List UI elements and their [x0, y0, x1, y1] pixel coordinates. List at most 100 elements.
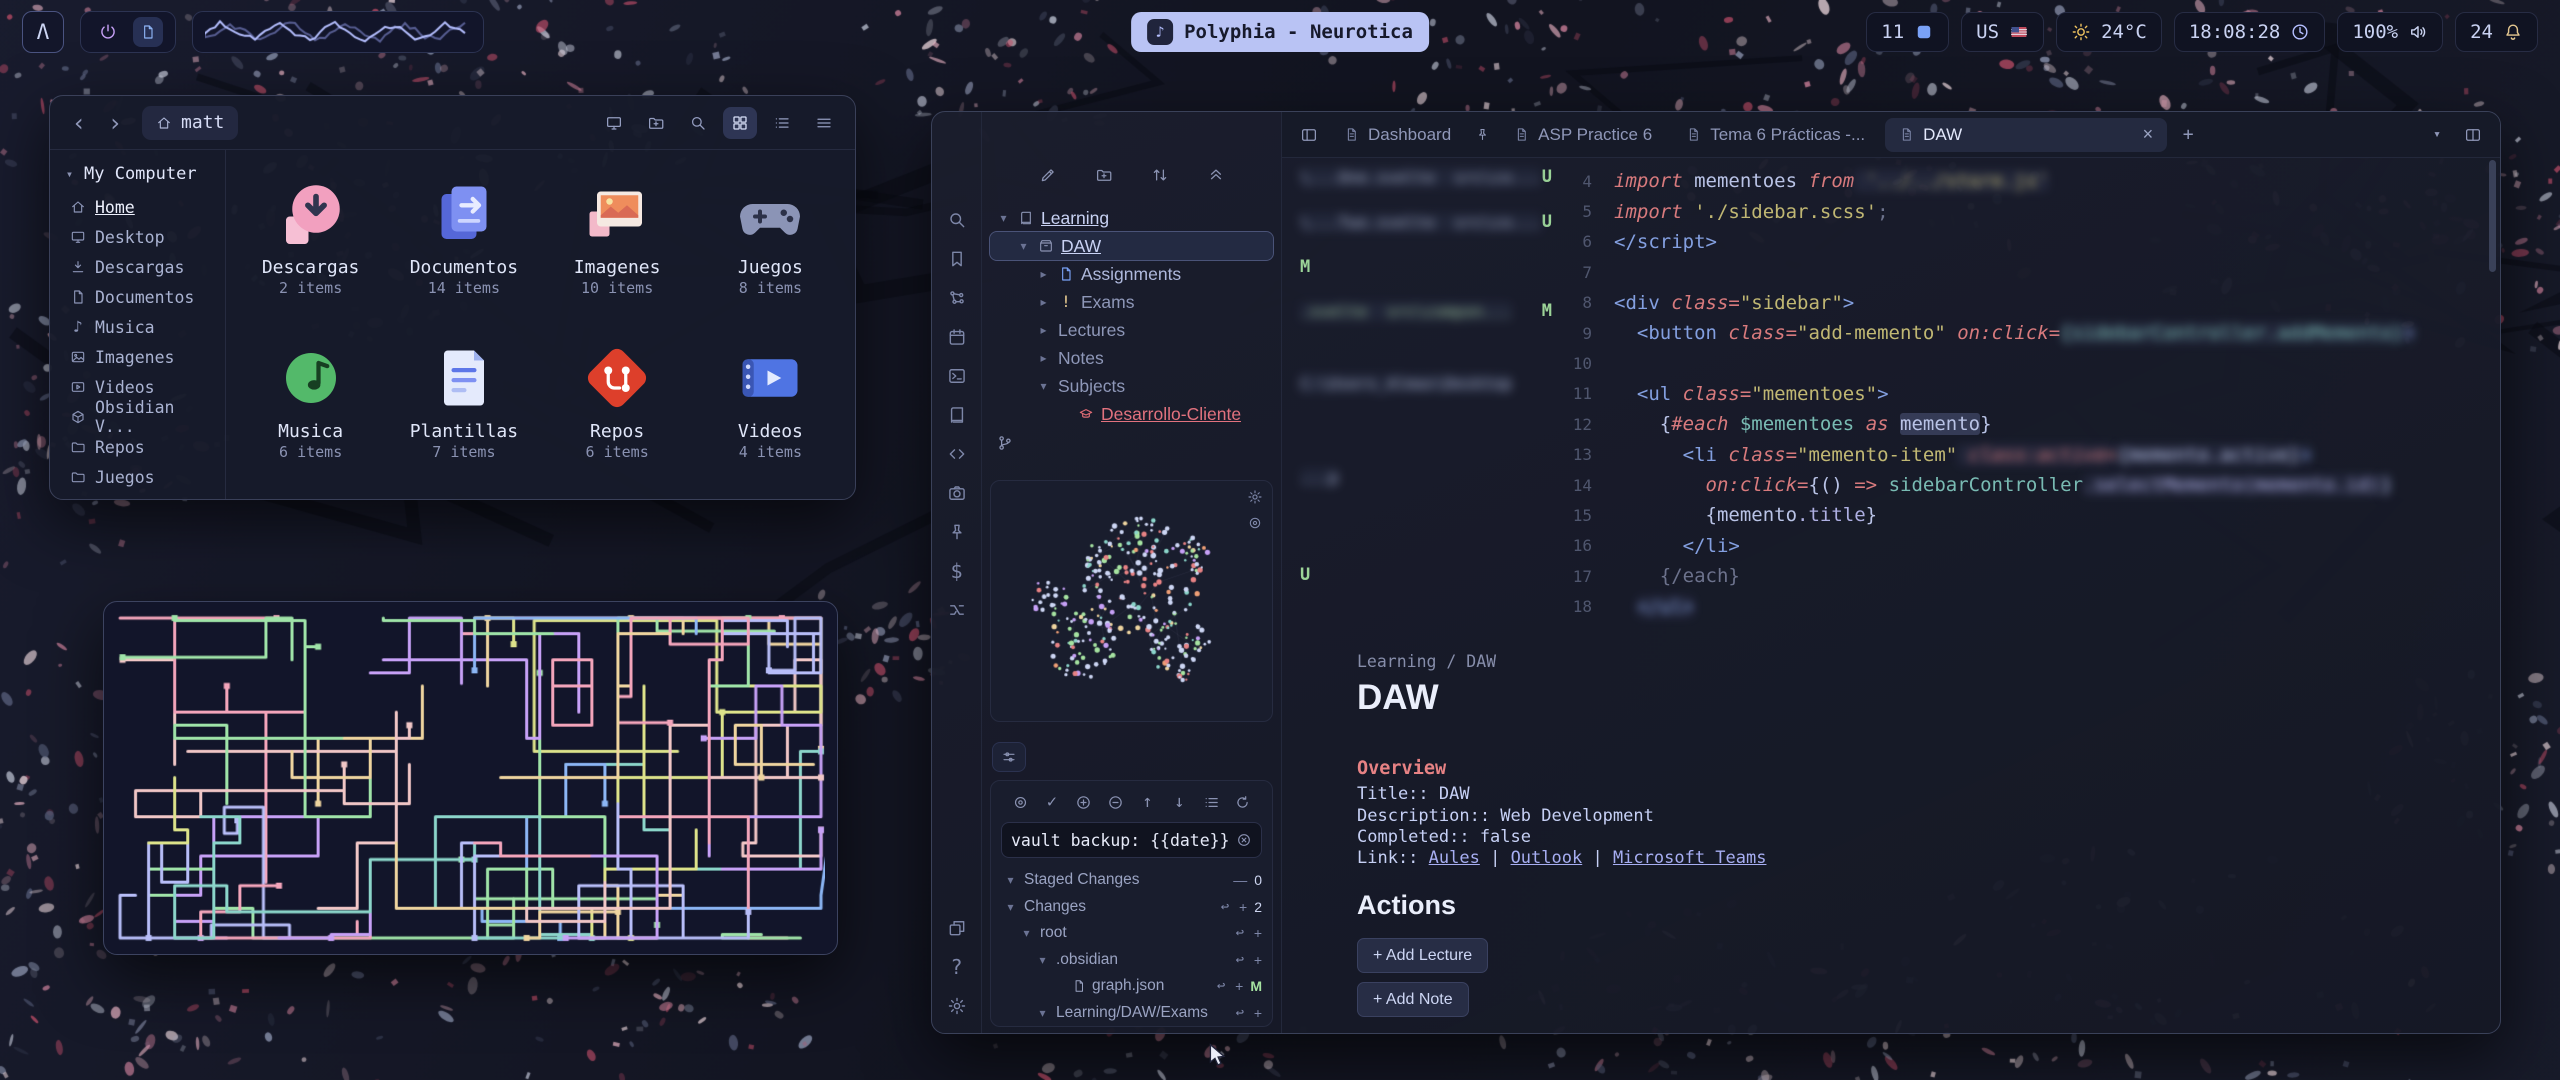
tab-tema-6-pr-cticas[interactable]: Tema 6 Prácticas -...: [1672, 118, 1879, 152]
git-row-obsidian[interactable]: ▾.obsidian↩+: [1001, 947, 1262, 974]
git-branch-button[interactable]: [996, 434, 1014, 456]
sidebar-item-musica[interactable]: ♪Musica: [58, 312, 217, 342]
topbar-module-weather[interactable]: 24°C: [2056, 12, 2162, 52]
file-manager-titlebar[interactable]: ‹ › matt: [50, 96, 855, 150]
sidebar-item-juegos[interactable]: Juegos: [58, 462, 217, 492]
folder-descargas[interactable]: Descargas2 items: [236, 164, 386, 297]
search-ribbon-button[interactable]: [943, 207, 971, 233]
folder-juegos[interactable]: Juegos8 items: [695, 164, 845, 297]
graph-dots-ribbon-button[interactable]: [943, 285, 971, 311]
clear-message-icon[interactable]: [1236, 832, 1252, 848]
tree-item-exams[interactable]: ▸!Exams: [990, 288, 1273, 316]
terminal-ribbon-button[interactable]: [943, 363, 971, 389]
pull-button[interactable]: ↓: [1168, 791, 1190, 813]
git-row-learning-daw-exams[interactable]: ▾Learning/DAW/Exams↩+: [1001, 1000, 1262, 1027]
screenshot-tool-button[interactable]: [597, 107, 631, 139]
undo-icon[interactable]: ↩: [1233, 1006, 1247, 1020]
sidebar-section-header[interactable]: ▾ My Computer: [58, 162, 217, 192]
sidebar-item-desktop[interactable]: Desktop: [58, 222, 217, 252]
folder-repos[interactable]: Repos6 items: [542, 328, 692, 461]
target-button[interactable]: [1009, 791, 1031, 813]
sort-button[interactable]: [1147, 162, 1173, 188]
git-row-root[interactable]: ▾root↩+: [1001, 920, 1262, 947]
breadcrumb[interactable]: matt: [142, 106, 238, 140]
topbar-module-clock[interactable]: 18:08:28: [2174, 12, 2326, 52]
undo-icon[interactable]: ↩: [1214, 979, 1228, 993]
sidebar-item-repos[interactable]: Repos: [58, 432, 217, 462]
tab-daw[interactable]: DAW×: [1885, 118, 2167, 152]
close-tab-icon[interactable]: ×: [2143, 124, 2154, 145]
topbar-module-notifications[interactable]: 24: [2455, 12, 2538, 52]
files-ribbon-button[interactable]: [943, 168, 971, 194]
split-editor-button[interactable]: [2458, 120, 2488, 150]
search-button[interactable]: [681, 107, 715, 139]
shuffle-ribbon-button[interactable]: [943, 597, 971, 623]
tree-item-subjects[interactable]: ▾Subjects: [990, 372, 1273, 400]
new-folder-button[interactable]: [639, 107, 673, 139]
sidebar-item-obsidian-v[interactable]: Obsidian V...: [58, 402, 217, 432]
now-playing-pill[interactable]: ♪ Polyphia - Neurotica: [1131, 12, 1429, 52]
circuit-art-window[interactable]: [103, 601, 838, 955]
tree-item-assignments[interactable]: ▸Assignments: [990, 260, 1273, 288]
sidebar-item-documentos[interactable]: Documentos: [58, 282, 217, 312]
filter-button[interactable]: [992, 742, 1026, 772]
folder-documentos[interactable]: Documentos14 items: [389, 164, 539, 297]
minus-circle-button[interactable]: [1105, 791, 1127, 813]
tab-dashboard[interactable]: Dashboard: [1330, 118, 1465, 152]
plus-circle-button[interactable]: [1073, 791, 1095, 813]
scrollbar[interactable]: [2489, 160, 2496, 1023]
pencil-button[interactable]: [1035, 162, 1061, 188]
folder-videos[interactable]: Videos4 items: [695, 328, 845, 461]
tab-asp-practice-6[interactable]: ASP Practice 6: [1500, 118, 1666, 152]
note-link-aules[interactable]: Aules: [1429, 848, 1480, 868]
list-button[interactable]: [1200, 791, 1222, 813]
topbar-module-keyboard-layout[interactable]: US: [1961, 12, 2044, 52]
git-row-graph-json[interactable]: graph.json↩+M: [1001, 973, 1262, 1000]
folder-musica[interactable]: Musica6 items: [236, 328, 386, 461]
note-link-outlook[interactable]: Outlook: [1511, 848, 1583, 868]
code-ribbon-button[interactable]: [943, 441, 971, 467]
forward-button[interactable]: ›: [100, 108, 130, 138]
grid-view-button[interactable]: [723, 107, 757, 139]
refresh-button[interactable]: [1232, 791, 1254, 813]
new-tab-button[interactable]: +: [2173, 120, 2203, 150]
graph-focus-icon[interactable]: [1247, 515, 1263, 531]
folder-plantillas[interactable]: Plantillas7 items: [389, 328, 539, 461]
gear-ribbon-button[interactable]: [943, 993, 971, 1019]
git-row-staged-changes[interactable]: ▾Staged Changes—0: [1001, 867, 1262, 894]
toggle-left-sidebar-button[interactable]: [1294, 120, 1324, 150]
undo-icon[interactable]: ↩: [1218, 900, 1232, 914]
undo-icon[interactable]: ↩: [1233, 953, 1247, 967]
camera-ribbon-button[interactable]: [943, 480, 971, 506]
tree-item-desarrollo-cliente[interactable]: Desarrollo-Cliente: [990, 400, 1273, 428]
calendar-ribbon-button[interactable]: [943, 324, 971, 350]
list-view-button[interactable]: [765, 107, 799, 139]
app-launcher-button[interactable]: Λ: [22, 11, 64, 53]
pin-ribbon-button[interactable]: [943, 519, 971, 545]
notes-button[interactable]: [133, 17, 163, 47]
tree-item-notes[interactable]: ▸Notes: [990, 344, 1273, 372]
tree-item-lectures[interactable]: ▸Lectures: [990, 316, 1273, 344]
graph-view[interactable]: [991, 481, 1272, 721]
tree-item-daw[interactable]: ▾DAW: [990, 232, 1273, 260]
undo-icon[interactable]: ↩: [1233, 926, 1247, 940]
graph-settings-icon[interactable]: [1247, 489, 1263, 505]
topbar-module-volume[interactable]: 100%: [2337, 12, 2443, 52]
scrollbar-thumb[interactable]: [2489, 160, 2496, 272]
help-ribbon-button[interactable]: ?: [943, 954, 971, 980]
graph-view-panel[interactable]: [990, 480, 1273, 722]
back-button[interactable]: ‹: [64, 108, 94, 138]
note-link-microsoft-teams[interactable]: Microsoft Teams: [1613, 848, 1767, 868]
sidebar-item-home[interactable]: Home: [58, 192, 217, 222]
bookmark-ribbon-button[interactable]: [943, 246, 971, 272]
topbar-module-clients[interactable]: 11: [1866, 12, 1949, 52]
check-button[interactable]: ✓: [1041, 791, 1063, 813]
commit-message-input[interactable]: [1011, 831, 1230, 850]
menu-button[interactable]: [807, 107, 841, 139]
action-button-add-note[interactable]: + Add Note: [1357, 982, 1469, 1017]
tree-item-learning[interactable]: ▾Learning: [990, 204, 1273, 232]
push-button[interactable]: ↑: [1136, 791, 1158, 813]
power-menu-button[interactable]: [93, 17, 123, 47]
dollar-ribbon-button[interactable]: $: [943, 558, 971, 584]
sidebar-item-descargas[interactable]: Descargas: [58, 252, 217, 282]
